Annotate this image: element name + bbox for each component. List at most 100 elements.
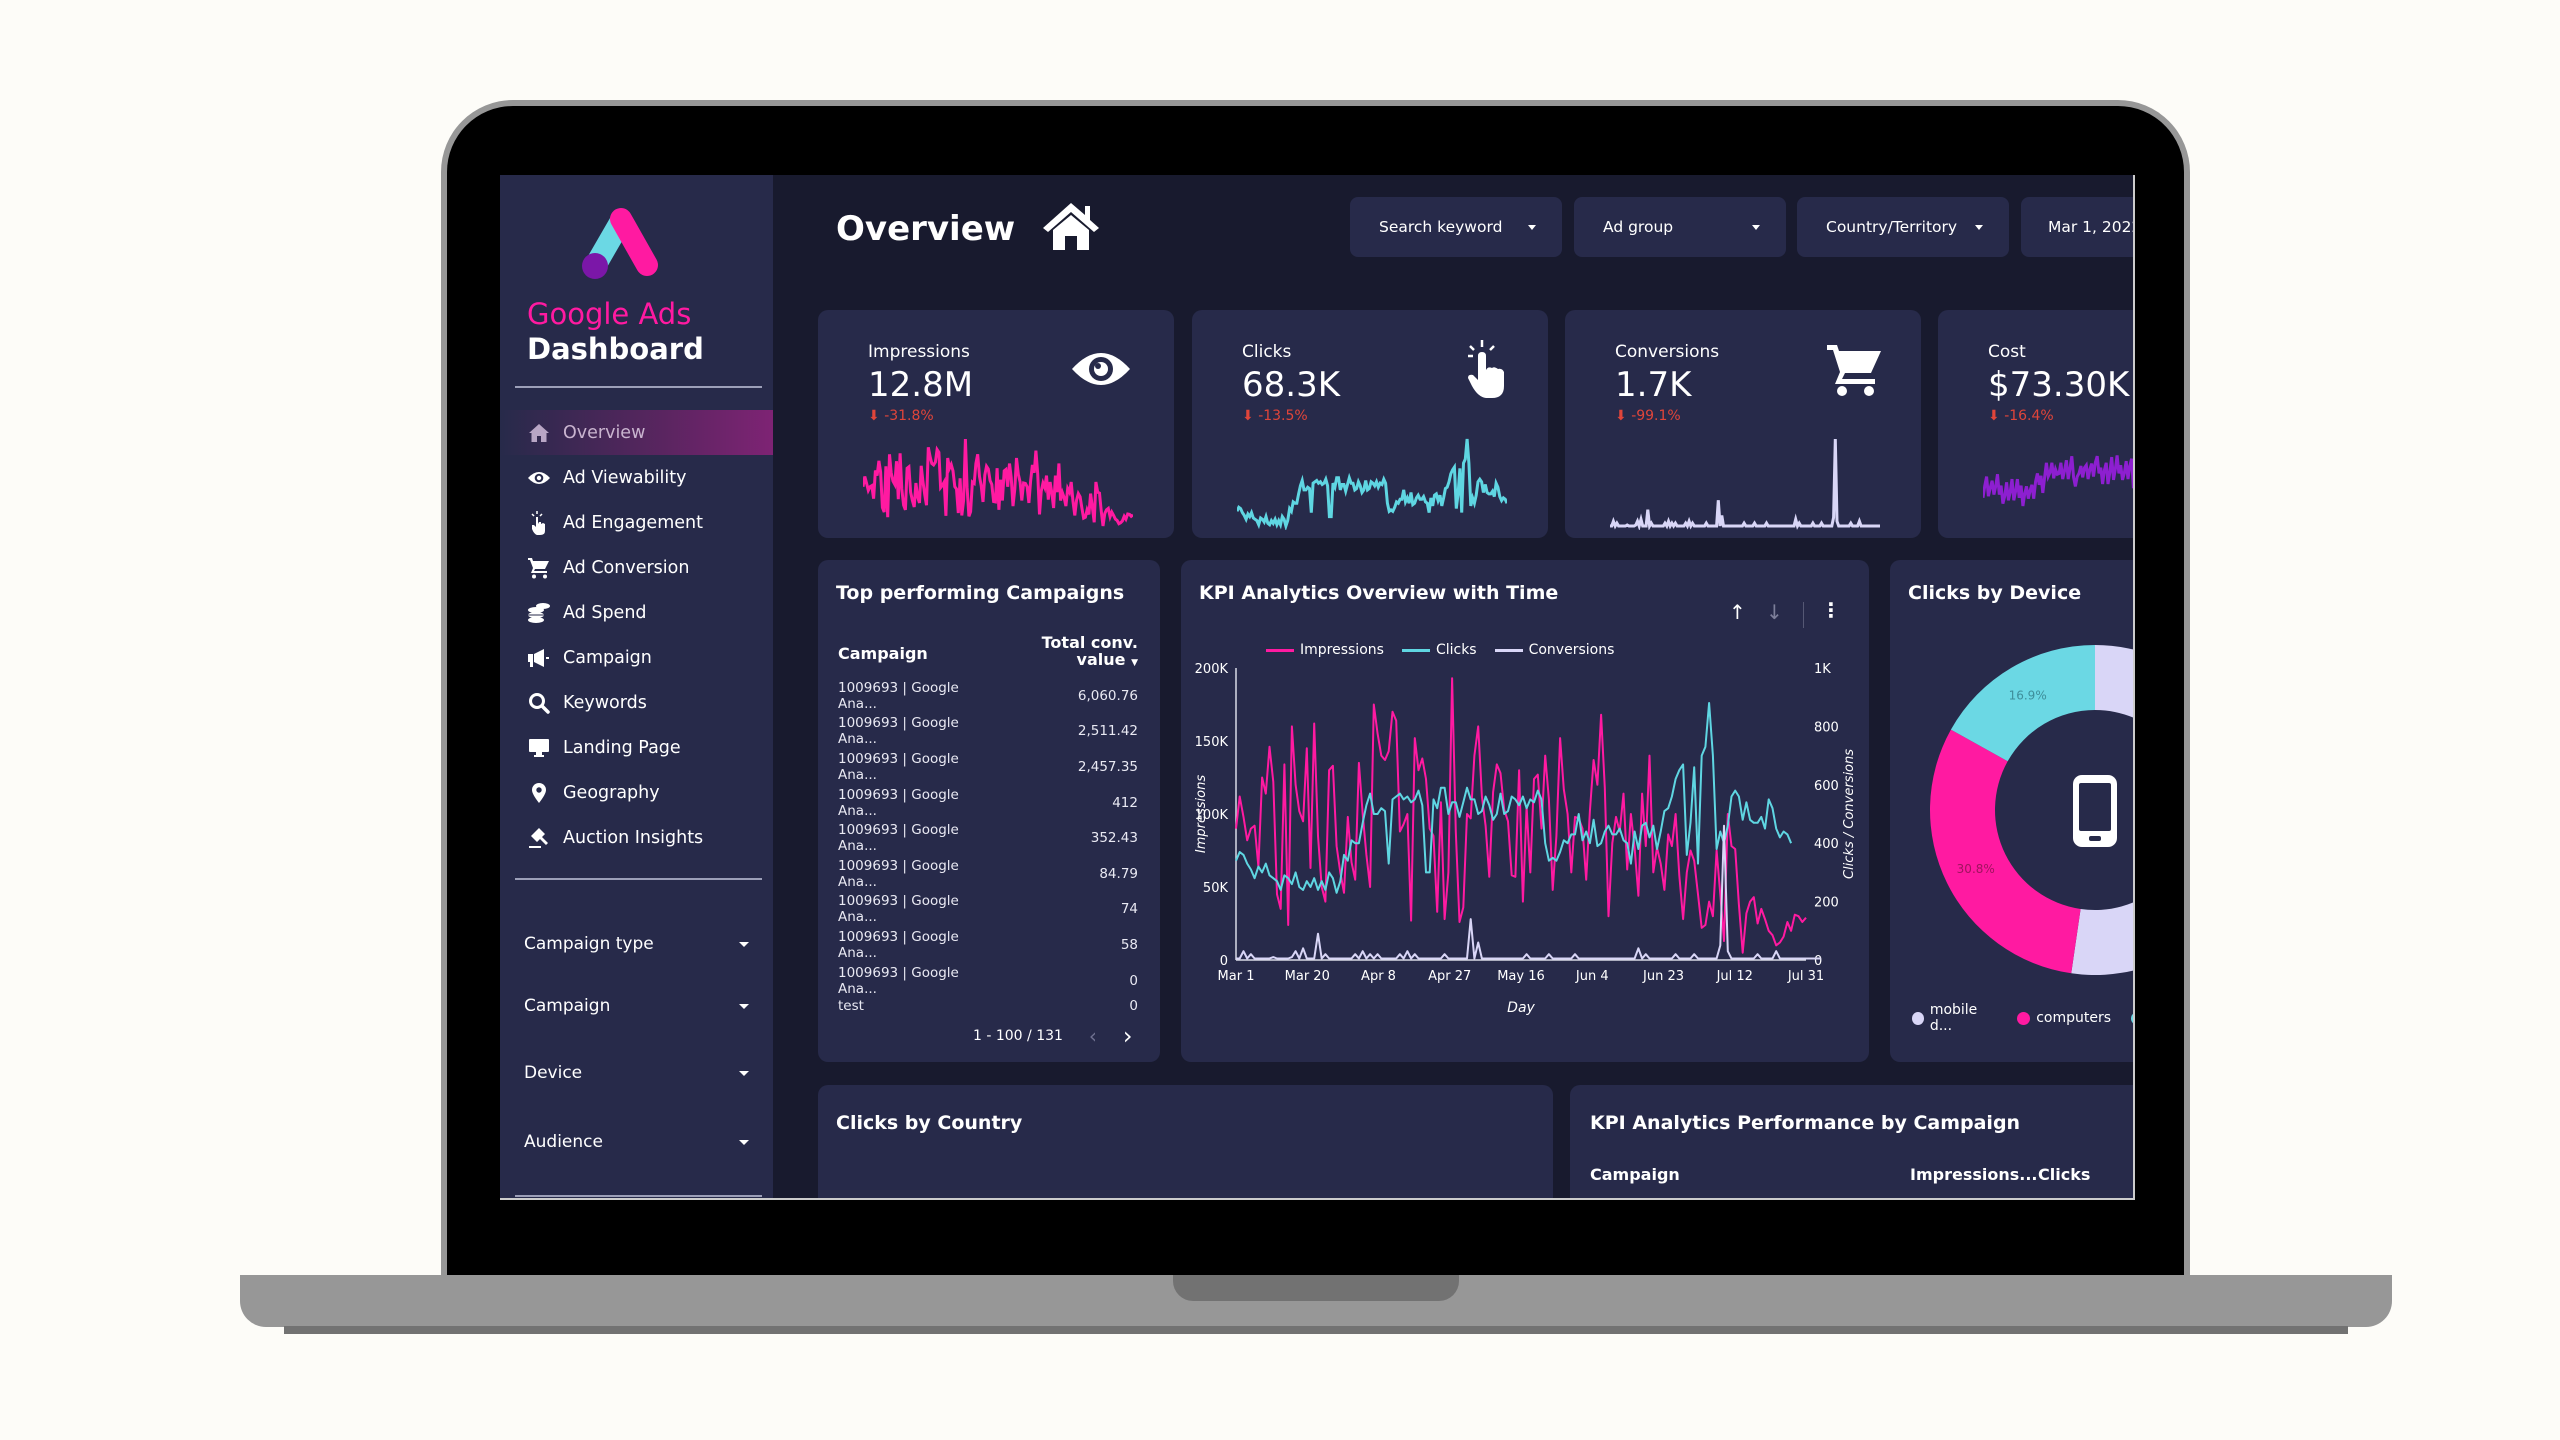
sidebar-item-auction-insights[interactable]: Auction Insights bbox=[500, 815, 773, 860]
sidebar-item-ad-spend[interactable]: Ad Spend bbox=[500, 590, 773, 635]
value-cell: 74 bbox=[1120, 901, 1138, 918]
table-row[interactable]: 1009693 | Google Ana... 2,511.42 bbox=[838, 714, 1138, 750]
pointer-hand-icon bbox=[1468, 340, 1504, 398]
kpi-card-clicks: Clicks 68.3K ⬇ -13.5% bbox=[1192, 310, 1548, 538]
legend-item[interactable]: Impressions bbox=[1266, 642, 1384, 658]
filter-campaign[interactable]: Campaign bbox=[524, 996, 749, 1016]
legend-item[interactable] bbox=[2131, 1002, 2133, 1034]
sidebar-item-label: Overview bbox=[563, 422, 646, 443]
mobile-phone-icon bbox=[2073, 775, 2117, 847]
filter-label: Device bbox=[524, 1063, 583, 1083]
sidebar-item-landing-page[interactable]: Landing Page bbox=[500, 725, 773, 770]
kpi-label: Impressions bbox=[868, 342, 970, 362]
sidebar-item-geography[interactable]: Geography bbox=[500, 770, 773, 815]
campaign-cell: test bbox=[838, 998, 864, 1015]
legend-item[interactable]: Conversions bbox=[1494, 642, 1614, 658]
laptop-foot bbox=[284, 1326, 2348, 1334]
impressions-sparkline bbox=[863, 438, 1133, 527]
x-tick-label: Apr 27 bbox=[1428, 969, 1471, 984]
kpi-card-conversions: Conversions 1.7K ⬇ -99.1% bbox=[1565, 310, 1921, 538]
sidebar-item-label: Ad Viewability bbox=[563, 467, 687, 488]
sparkline-path bbox=[1237, 438, 1507, 530]
laptop-notch bbox=[1173, 1275, 1459, 1301]
column-header-impressions[interactable]: Impressions... bbox=[1910, 1165, 2038, 1184]
chevron-down-icon bbox=[739, 1003, 749, 1009]
campaign-cell: 1009693 | Google Ana... bbox=[838, 928, 959, 961]
legend-item[interactable]: computers bbox=[2017, 1002, 2111, 1034]
column-header-label: Total conv. value bbox=[1041, 633, 1138, 669]
monitor-icon bbox=[527, 736, 551, 760]
table-row[interactable]: 1009693 | Google Ana... 2,457.35 bbox=[838, 749, 1138, 785]
search-keyword-dropdown[interactable]: Search keyword bbox=[1350, 197, 1562, 257]
column-header-campaign[interactable]: Campaign bbox=[1590, 1165, 1680, 1184]
dropdown-label: Search keyword bbox=[1379, 218, 1503, 236]
sidebar-item-keywords[interactable]: Keywords bbox=[500, 680, 773, 725]
sidebar-item-ad-engagement[interactable]: Ad Engagement bbox=[500, 500, 773, 545]
card-title: KPI Analytics Overview with Time bbox=[1199, 582, 1559, 604]
table-row[interactable]: 1009693 | Google Ana... 84.79 bbox=[838, 856, 1138, 892]
prev-page-button[interactable]: ‹ bbox=[1089, 1024, 1097, 1048]
table-row[interactable]: test 0 bbox=[838, 998, 1138, 1018]
card-title: KPI Analytics Performance by Campaign bbox=[1590, 1112, 2021, 1134]
x-tick-label: Jun 23 bbox=[1642, 969, 1684, 984]
value-cell: 352.43 bbox=[1090, 830, 1138, 847]
table-row[interactable]: 1009693 | Google Ana... 412 bbox=[838, 785, 1138, 821]
sidebar-item-ad-viewability[interactable]: Ad Viewability bbox=[500, 455, 773, 500]
pie-slice-label: 16.9% bbox=[2009, 688, 2047, 702]
cost-sparkline bbox=[1983, 455, 2133, 507]
legend-item[interactable]: mobile d... bbox=[1912, 1002, 1997, 1034]
column-header-total-conv-value[interactable]: Total conv. value ▼ bbox=[991, 628, 1138, 678]
megaphone-icon bbox=[527, 646, 551, 670]
y-tick-label: 200K bbox=[1195, 662, 1229, 677]
sort-ascending-button[interactable]: ↑ bbox=[1729, 600, 1746, 624]
chevron-down-icon bbox=[1975, 224, 1983, 230]
table-row[interactable]: 1009693 | Google Ana... 6,060.76 bbox=[838, 678, 1138, 714]
sidebar-item-label: Campaign bbox=[563, 647, 652, 668]
kpi-delta-value: -16.4% bbox=[2004, 408, 2054, 424]
table-row[interactable]: 1009693 | Google Ana... 74 bbox=[838, 892, 1138, 928]
chevron-down-icon bbox=[1528, 224, 1536, 230]
dropdown-label: Mar 1, 2022 bbox=[2048, 218, 2135, 236]
column-header-clicks[interactable]: Clicks bbox=[2038, 1165, 2090, 1184]
top-campaigns-rows: 1009693 | Google Ana... 6,060.76 1009693 |… bbox=[838, 678, 1138, 1018]
next-page-button[interactable]: › bbox=[1123, 1022, 1133, 1050]
sidebar-item-overview[interactable]: Overview bbox=[500, 410, 773, 455]
sidebar-item-campaign[interactable]: Campaign bbox=[500, 635, 773, 680]
y2-tick-label: 200 bbox=[1814, 896, 1839, 911]
sparkline-path bbox=[1983, 455, 2133, 507]
value-cell: 0 bbox=[1129, 998, 1138, 1015]
filter-campaign-type[interactable]: Campaign type bbox=[524, 934, 749, 954]
chevron-down-icon bbox=[739, 1070, 749, 1076]
legend-item[interactable]: Clicks bbox=[1401, 642, 1477, 658]
ad-group-dropdown[interactable]: Ad group bbox=[1574, 197, 1786, 257]
sidebar-item-ad-conversion[interactable]: Ad Conversion bbox=[500, 545, 773, 590]
kpi-delta-value: -31.8% bbox=[884, 408, 934, 424]
table-row[interactable]: 1009693 | Google Ana... 0 bbox=[838, 963, 1138, 999]
more-options-icon[interactable]: ⋮ bbox=[1821, 598, 1841, 622]
table-row[interactable]: 1009693 | Google Ana... 58 bbox=[838, 927, 1138, 963]
kpi-delta: ⬇ -13.5% bbox=[1242, 408, 1308, 424]
country-territory-dropdown[interactable]: Country/Territory bbox=[1797, 197, 2009, 257]
filter-label: Campaign type bbox=[524, 934, 654, 954]
sparkline-path bbox=[863, 438, 1133, 527]
card-title: Clicks by Country bbox=[836, 1112, 1023, 1134]
table-row[interactable]: 1009693 | Google Ana... 352.43 bbox=[838, 820, 1138, 856]
pie-slice-computers[interactable] bbox=[1930, 729, 2081, 974]
x-tick-label: Jul 31 bbox=[1787, 969, 1824, 984]
filter-device[interactable]: Device bbox=[524, 1063, 749, 1083]
x-tick-label: Mar 1 bbox=[1218, 969, 1255, 984]
column-header-campaign[interactable]: Campaign bbox=[838, 628, 991, 678]
legend-label: mobile d... bbox=[1929, 1002, 1978, 1034]
y2-tick-label: 600 bbox=[1814, 779, 1839, 794]
filter-audience[interactable]: Audience bbox=[524, 1132, 749, 1152]
kpi-delta: ⬇ -31.8% bbox=[868, 408, 934, 424]
pie-slice-label: 30.8% bbox=[1957, 862, 1995, 876]
sort-descending-button[interactable]: ↓ bbox=[1766, 600, 1783, 624]
sparkline-path bbox=[1610, 438, 1880, 530]
home-icon bbox=[1043, 203, 1099, 250]
campaign-cell: 1009693 | Google Ana... bbox=[838, 857, 959, 890]
arrow-down-icon: ⬇ bbox=[1988, 408, 2005, 424]
date-range-picker[interactable]: Mar 1, 2022 bbox=[2021, 197, 2135, 257]
campaign-cell: 1009693 | Google Ana... bbox=[838, 715, 959, 748]
value-cell: 84.79 bbox=[1099, 865, 1138, 882]
